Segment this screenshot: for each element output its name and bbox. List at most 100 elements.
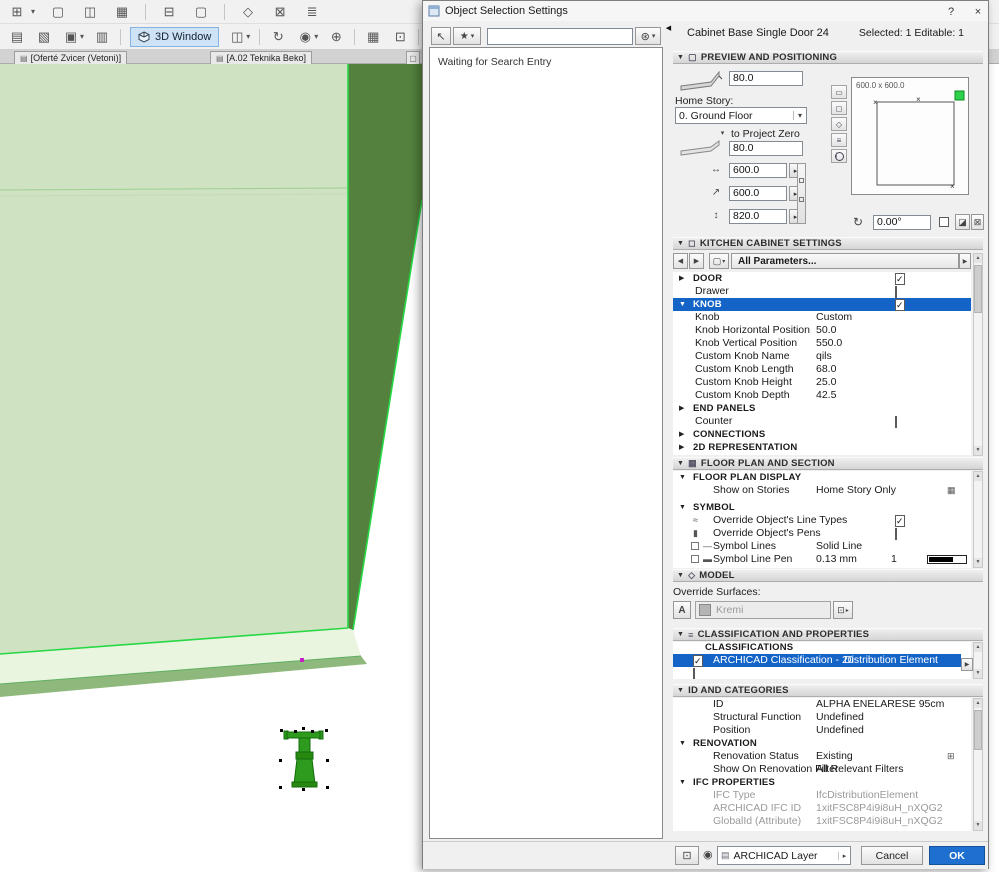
quick-options-button[interactable]: ▢ [406,51,420,64]
expand-icon[interactable]: ▶ [679,428,684,441]
section-kitchen-cabinet-settings[interactable]: ▼ ◻ KITCHEN CABINET SETTINGS [673,237,983,250]
eye-icon[interactable]: ◉ [703,848,713,861]
grid-tool-icon[interactable]: ▦ [113,5,131,18]
next-page-button[interactable]: ▶ [689,253,704,269]
param-row-knob-selected[interactable]: ▼ KNOB ✓ [673,298,971,311]
height-field[interactable]: 820.0 [729,209,787,224]
object-preview-pane[interactable]: 600.0 x 600.0 × × × [851,77,969,195]
renovation-status-row[interactable]: Renovation Status Existing ⊞ [673,750,971,763]
renovation-filter-row[interactable]: Show On Renovation Filter All Relevant F… [673,763,971,776]
subheader-renovation[interactable]: ▼ RENOVATION [673,737,971,750]
save-file-icon[interactable]: ▣ [62,30,80,43]
scroll-up-icon[interactable]: ▲ [974,699,982,708]
param-row[interactable]: Knob Horizontal Position 50.0 [673,324,971,337]
tab-oferte-zvicer[interactable]: ▤ [Oferté Zvicer (Vetoni)] [14,51,128,64]
scroll-thumb[interactable] [974,265,982,313]
search-input[interactable] [487,28,633,45]
scroll-up-icon[interactable]: ▲ [974,254,982,263]
row-value[interactable]: Existing [816,750,853,763]
row-value[interactable]: ALPHA ENELARESE 95cm [816,698,944,711]
publish-icon[interactable]: ▥ [93,30,111,43]
walk-icon[interactable]: ▦ [364,30,382,43]
param-row[interactable]: Custom Knob Depth 42.5 [673,389,971,402]
subheader-ifc-properties[interactable]: ▼ IFC PROPERTIES [673,776,971,789]
top-offset-field[interactable]: 80.0 [729,71,803,86]
param-row-end-panels[interactable]: ▶ END PANELS [673,402,971,415]
front-view-button[interactable]: ◻ [831,101,847,115]
expand-icon[interactable]: ▶ [679,272,684,285]
floorplan-scrollbar[interactable]: ▲ ▼ [973,471,983,568]
orbit-icon[interactable]: ↻ [269,30,287,43]
look-icon[interactable]: ⊡ [391,30,409,43]
chevron-down-icon[interactable]: ▾ [246,32,250,41]
scroll-up-icon[interactable]: ▲ [974,472,982,481]
param-row-door[interactable]: ▶ DOOR ✓ [673,272,971,285]
pen-number[interactable]: 1 [891,553,897,566]
mirror-button[interactable]: ◪ [955,214,970,230]
expand-icon[interactable]: ▶ [679,441,684,454]
collapse-icon[interactable]: ▼ [679,501,686,514]
anchor-dropdown-button[interactable]: ▾ [717,128,728,139]
param-group-button[interactable]: ▢ ▾ [709,253,729,269]
subheader-floor-plan-display[interactable]: ▼ FLOOR PLAN DISPLAY [673,471,971,484]
home-story-dropdown[interactable]: 0. Ground Floor ▾ [675,107,807,124]
collapse-panel-button[interactable]: ◀ [664,22,673,36]
param-forward-button[interactable]: ▶ [959,253,971,269]
row-value[interactable]: All Relevant Filters [816,763,904,776]
search-settings-button[interactable]: ⊛ ▾ [635,27,661,45]
layout-tool-icon[interactable]: ⊟ [160,5,178,18]
marquee-tool-icon[interactable]: ▢ [49,5,67,18]
subheader-symbol[interactable]: ▼ SYMBOL [673,501,971,514]
rotation-angle-field[interactable]: 0.00° [873,215,931,230]
cancel-button[interactable]: Cancel [861,846,923,865]
chevron-down-icon[interactable]: ▾ [314,32,318,41]
surface-paint-button[interactable]: A [673,601,691,619]
override-linetypes-checkbox[interactable]: ✓ [895,515,905,527]
id-scrollbar[interactable]: ▲ ▼ [973,698,983,831]
zoom-icon[interactable]: ⊕ [327,30,345,43]
all-parameters-dropdown[interactable]: All Parameters... [731,253,959,269]
param-row-connections[interactable]: ▶ CONNECTIONS [673,428,971,441]
prev-page-button[interactable]: ◀ [673,253,688,269]
ok-button[interactable]: OK [929,846,985,865]
chain-link-control[interactable] [797,163,806,224]
3d-view-button[interactable]: ◇ [831,117,847,131]
layer-flyout-button[interactable]: ⊡ [675,846,699,865]
section-id-categories[interactable]: ▼ ID AND CATEGORIES [673,684,983,697]
info-button[interactable]: i [831,149,847,163]
scroll-up-icon[interactable]: ▲ [974,643,982,652]
param-value[interactable]: 50.0 [816,324,836,337]
classification-browse-button[interactable]: ▶ [961,658,973,671]
tab-teknika-beko[interactable]: ▤ [A.02 Teknika Beko] [210,51,312,64]
depth-field[interactable]: 600.0 [729,186,787,201]
param-row-counter[interactable]: Counter [673,415,971,428]
surface-override-field[interactable]: Kremi [695,601,831,619]
elevation-field[interactable]: 80.0 [729,141,803,156]
anchor-label[interactable]: to Project Zero [731,128,800,140]
scroll-thumb[interactable] [974,710,982,750]
guide-tool-icon[interactable]: ◇ [239,5,257,18]
symbol-line-pen-row[interactable]: ▬ Symbol Line Pen 0.13 mm 1 [673,553,971,566]
section-tool-icon[interactable]: ◫ [228,30,246,43]
snap-tool-icon[interactable]: ⊠ [271,5,289,18]
scroll-down-icon[interactable]: ▼ [974,821,982,830]
help-button[interactable]: ? [941,4,961,19]
section-preview-positioning[interactable]: ▼ ▢ PREVIEW AND POSITIONING [673,51,983,64]
collapse-icon[interactable]: ▼ [679,737,686,750]
scroll-down-icon[interactable]: ▼ [974,446,982,455]
section-classification[interactable]: ▼ ≡ CLASSIFICATION AND PROPERTIES [673,628,983,641]
classification-checkbox[interactable] [693,668,695,679]
scroll-down-icon[interactable]: ▼ [974,558,982,567]
dashed-box-tool-icon[interactable]: ▢ [192,5,210,18]
chevron-down-icon[interactable]: ▾ [80,32,84,41]
show-on-stories-row[interactable]: Show on Stories Home Story Only ▦ [673,484,971,497]
counter-checkbox[interactable] [895,416,897,428]
search-results-list[interactable]: Waiting for Search Entry [429,47,663,839]
favorites-button[interactable]: ★ ▾ [453,27,481,45]
new-file-icon[interactable]: ▤ [8,30,26,43]
override-line-types-row[interactable]: ≈ Override Object's Line Types ✓ [673,514,971,527]
expand-icon[interactable]: ▶ [679,402,684,415]
collapse-icon[interactable]: ▼ [679,776,686,789]
dialog-title-bar[interactable]: Object Selection Settings [423,1,988,21]
layer-dropdown[interactable]: ▤ ARCHICAD Layer ▸ [717,846,851,865]
